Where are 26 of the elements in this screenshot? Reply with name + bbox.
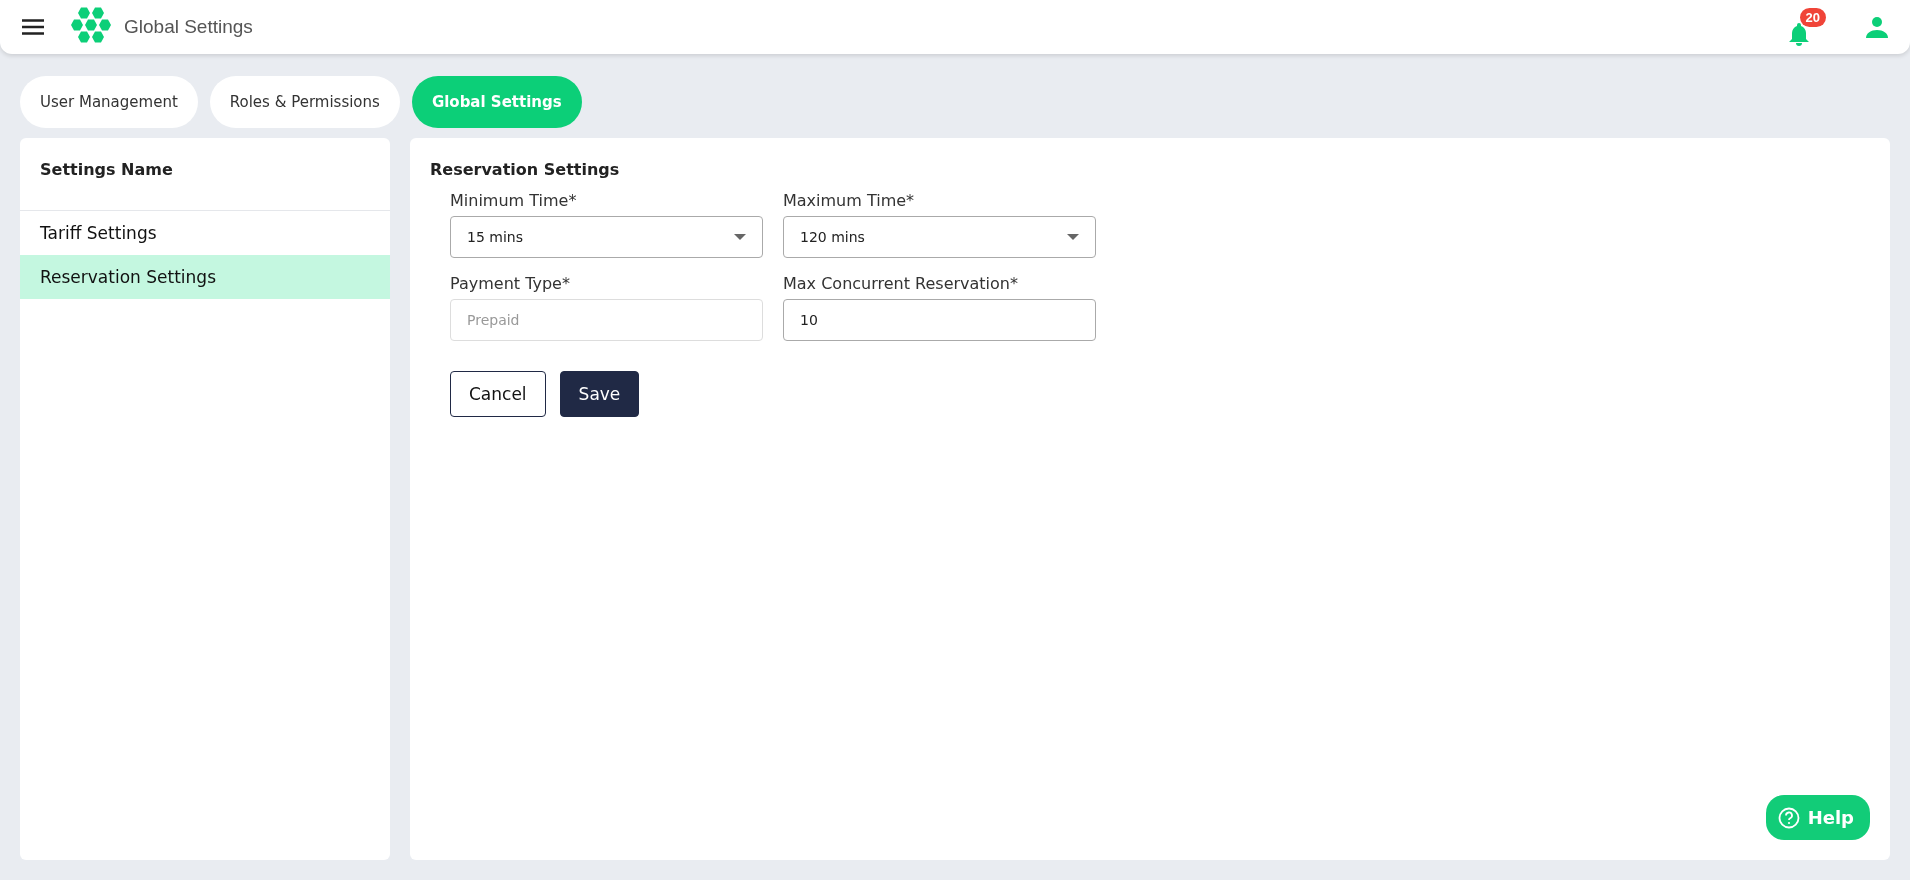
field-label: Payment Type* — [450, 274, 571, 293]
section-title: Reservation Settings — [430, 160, 621, 179]
app-title: Global Settings — [124, 16, 253, 38]
select-field[interactable]: 15 mins — [450, 216, 763, 258]
bell-icon — [1788, 22, 1810, 46]
cancel-button[interactable]: Cancel — [450, 371, 546, 417]
dropdown-caret-icon — [734, 234, 746, 240]
notifications-button[interactable]: 20 — [1788, 8, 1826, 46]
sidebar-item[interactable]: Reservation Settings — [20, 255, 390, 299]
user-icon — [1866, 16, 1888, 38]
save-button[interactable]: Save — [559, 371, 640, 417]
tab[interactable]: User Management — [20, 76, 198, 128]
tab[interactable]: Roles & Permissions — [209, 76, 400, 128]
menu-icon — [22, 19, 44, 35]
menu-button[interactable] — [22, 19, 44, 35]
input-field[interactable]: 10 — [783, 299, 1096, 341]
field-label: Max Concurrent Reservation* — [783, 274, 1019, 293]
select-field[interactable]: 120 mins — [783, 216, 1096, 258]
notification-count: 20 — [1799, 8, 1826, 27]
field-label: Maximum Time* — [783, 191, 916, 210]
dropdown-caret-icon — [1067, 234, 1079, 240]
input-field[interactable]: Prepaid — [450, 299, 763, 341]
sidebar-title: Settings Name — [20, 138, 390, 211]
sidebar-item[interactable]: Tariff Settings — [20, 211, 390, 255]
field-label: Minimum Time* — [450, 191, 578, 210]
question-circle-icon — [1777, 806, 1800, 829]
